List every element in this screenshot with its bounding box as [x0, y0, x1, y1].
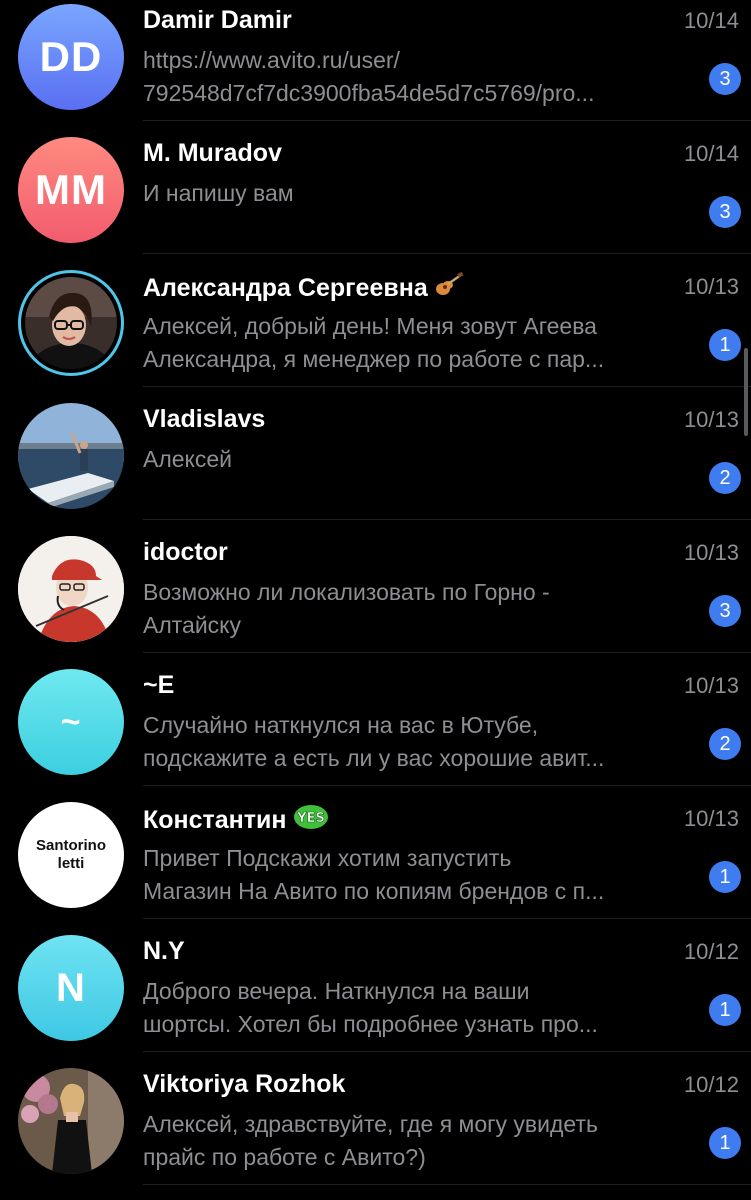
profile-photo-woman-dress-icon [18, 1068, 124, 1174]
unread-badge: 1 [709, 329, 741, 361]
unread-badge: 3 [709, 595, 741, 627]
chat-row-viktoriya-rozhok[interactable]: Viktoriya Rozhok 10/12 Алексей, здравств… [0, 1052, 751, 1185]
message-preview: Алексей, здравствуйте, где я могу увидет… [143, 1108, 693, 1174]
chat-date: 10/13 [683, 806, 739, 831]
chat-date: 10/13 [683, 673, 739, 698]
message-preview: Случайно наткнулся на вас в Ютубе, подск… [143, 709, 693, 775]
chat-name: idoctor [143, 538, 228, 567]
chat-name: Александра Сергеевна [143, 271, 464, 305]
avatar: DD [18, 4, 124, 110]
chat-row-idoctor[interactable]: idoctor 10/13 Возможно ли локализовать п… [0, 520, 751, 653]
preview-line: прайс по работе с Авито?) [143, 1144, 426, 1170]
yes-sticker-icon: YES [293, 804, 329, 837]
preview-line: Алексей, добрый день! Меня зовут Агеева [143, 313, 597, 339]
preview-line: Алтайску [143, 612, 241, 638]
avatar-logo-text: letti [57, 855, 85, 872]
chat-row-vladislavs[interactable]: Vladislavs 10/13 Алексей 2 [0, 387, 751, 520]
avatar: MM [18, 137, 124, 243]
chat-row-damir-damir[interactable]: DD Damir Damir 10/14 https://www.avito.r… [0, 0, 751, 121]
chat-date: 10/12 [683, 1072, 739, 1097]
preview-line: Возможно ли локализовать по Горно - [143, 579, 550, 605]
guitar-icon [434, 271, 464, 305]
chat-name-text: Vladislavs [143, 405, 266, 433]
chat-name-text: Damir Damir [143, 6, 292, 34]
profile-photo-boat-icon [18, 403, 124, 509]
chat-row-tilde-e[interactable]: ~ ~E 10/13 Случайно наткнулся на вас в Ю… [0, 653, 751, 786]
chat-name: Vladislavs [143, 405, 265, 434]
svg-text:YES: YES [296, 811, 325, 826]
preview-line: Случайно наткнулся на вас в Ютубе, [143, 712, 539, 738]
unread-badge: 1 [709, 1127, 741, 1159]
chat-date: 10/13 [683, 274, 739, 299]
profile-illustration-red-cap-icon [18, 536, 124, 642]
avatar: N [18, 935, 124, 1041]
chat-name-text: Александра Сергеевна [143, 274, 428, 302]
chat-date: 10/13 [683, 407, 739, 432]
unread-badge: 3 [709, 196, 741, 228]
chat-date: 10/14 [683, 8, 739, 33]
message-preview: И напишу вам [143, 177, 693, 210]
message-preview: Привет Подскажи хотим запустить Магазин … [143, 842, 693, 908]
preview-line: Алексей, здравствуйте, где я могу увидет… [143, 1111, 598, 1137]
preview-line: https://www.avito.ru/user/ [143, 47, 400, 73]
chat-name: Viktoriya Rozhok [143, 1070, 345, 1099]
preview-line: шортсы. Хотел бы подробнее узнать про... [143, 1011, 598, 1037]
message-preview: Доброго вечера. Наткнулся на ваши шортсы… [143, 975, 693, 1041]
avatar: Santorino letti [18, 802, 124, 908]
avatar-logo-text: Santorino [36, 837, 106, 854]
chat-date: 10/14 [683, 141, 739, 166]
chat-row-aleksandra[interactable]: Александра Сергеевна 10/13 Алексей, добр… [0, 254, 751, 387]
preview-line: Александра, я менеджер по работе с пар..… [143, 346, 605, 372]
preview-line: 792548d7cf7dc3900fba54de5d7c5769/pro... [143, 80, 595, 106]
chat-name: Damir Damir [143, 6, 292, 35]
message-preview: Алексей [143, 443, 693, 476]
chat-date: 10/13 [683, 540, 739, 565]
avatar: ~ [18, 669, 124, 775]
chat-name: ~E [143, 671, 174, 700]
unread-badge: 1 [709, 994, 741, 1026]
divider [143, 1184, 751, 1185]
preview-line: Привет Подскажи хотим запустить [143, 845, 512, 871]
chat-name: M. Muradov [143, 139, 282, 168]
chat-name-text: ~E [143, 671, 175, 699]
avatar [18, 270, 124, 376]
message-preview: https://www.avito.ru/user/ 792548d7cf7dc… [143, 44, 693, 110]
chat-name: N.Y [143, 937, 185, 966]
chat-row-konstantin[interactable]: Santorino letti Константин YES 10/13 При… [0, 786, 751, 919]
chat-date: 10/12 [683, 939, 739, 964]
chat-name-text: idoctor [143, 538, 228, 566]
preview-line: Доброго вечера. Наткнулся на ваши [143, 978, 530, 1004]
chat-name-text: M. Muradov [143, 139, 282, 167]
chat-name-text: Viktoriya Rozhok [143, 1070, 346, 1098]
profile-photo-woman-glasses-icon [25, 277, 117, 369]
unread-badge: 2 [709, 462, 741, 494]
chat-name-text: N.Y [143, 937, 185, 965]
scrollbar[interactable] [744, 348, 748, 436]
message-preview: Возможно ли локализовать по Горно - Алта… [143, 576, 693, 642]
chat-name-text: Константин [143, 806, 287, 834]
message-preview: Алексей, добрый день! Меня зовут Агеева … [143, 310, 693, 376]
chat-row-m-muradov[interactable]: MM M. Muradov 10/14 И напишу вам 3 [0, 121, 751, 254]
chat-row-ny[interactable]: N N.Y 10/12 Доброго вечера. Наткнулся на… [0, 919, 751, 1052]
chat-list: DD Damir Damir 10/14 https://www.avito.r… [0, 0, 751, 1185]
unread-badge: 3 [709, 63, 741, 95]
unread-badge: 2 [709, 728, 741, 760]
preview-line: подскажите а есть ли у вас хорошие авит.… [143, 745, 605, 771]
unread-badge: 1 [709, 861, 741, 893]
preview-line: И напишу вам [143, 180, 294, 206]
preview-line: Магазин На Авито по копиям брендов с п..… [143, 878, 605, 904]
chat-name: Константин YES [143, 804, 329, 837]
preview-line: Алексей [143, 446, 233, 472]
